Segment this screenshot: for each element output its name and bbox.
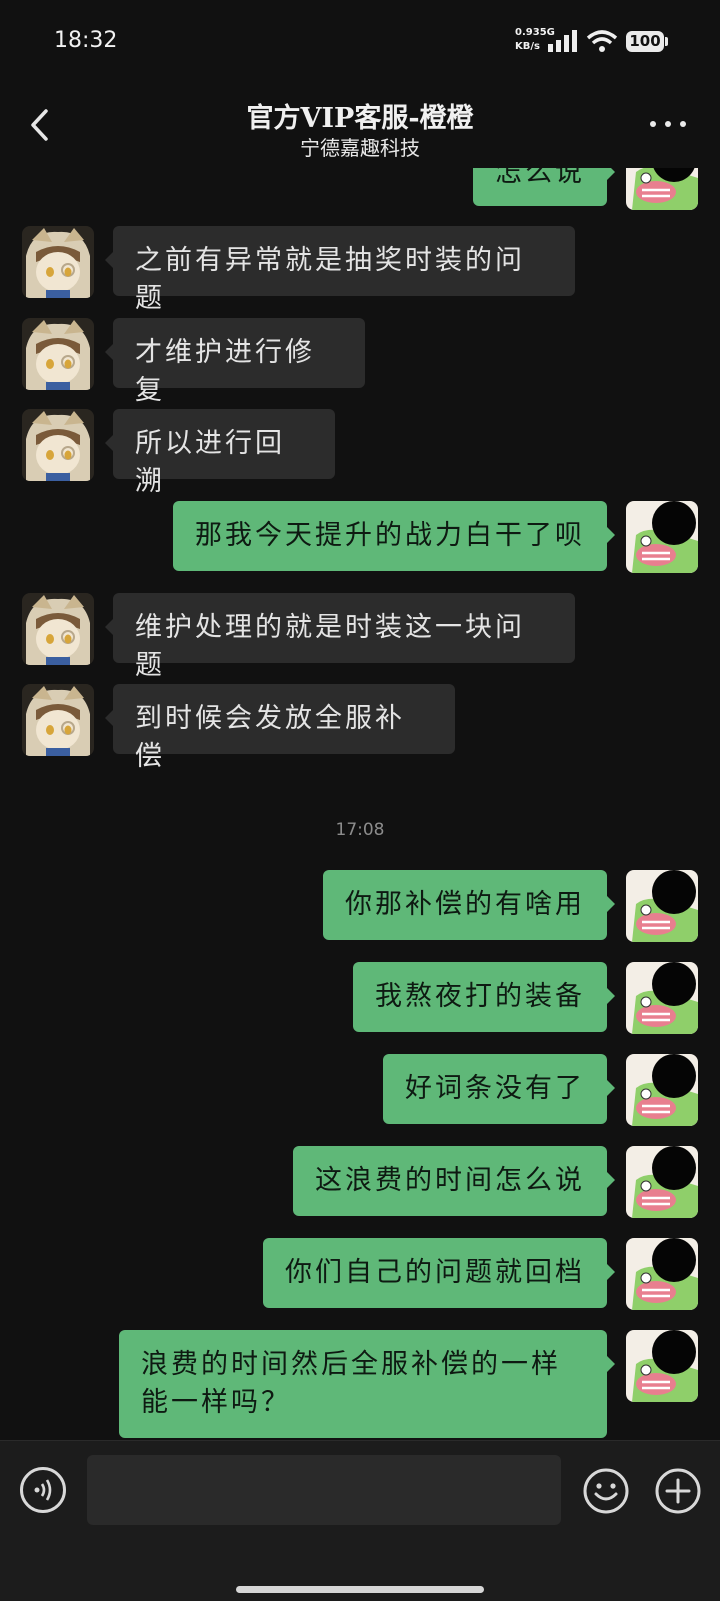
chat-header: 官方VIP客服-橙橙 宁德嘉趣科技 <box>0 80 720 168</box>
user-avatar[interactable] <box>626 870 698 942</box>
message-bubble[interactable]: 你们自己的问题就回档 <box>263 1238 615 1308</box>
outgoing-message-row: 这浪费的时间怎么说 <box>0 1146 720 1218</box>
message-bubble[interactable]: 到时候会发放全服补偿 <box>105 684 455 772</box>
input-bar <box>0 1440 720 1601</box>
outgoing-message-row: 你们自己的问题就回档 <box>0 1238 720 1310</box>
chat-subtitle: 宁德嘉趣科技 <box>300 136 420 160</box>
message-input[interactable] <box>87 1455 561 1525</box>
message-bubble[interactable]: 之前有异常就是抽奖时装的问题 <box>105 226 575 314</box>
outgoing-message-row: 我熬夜打的装备 <box>0 962 720 1034</box>
outgoing-message-row: 浪费的时间然后全服补偿的一样能一样吗？ <box>0 1330 720 1438</box>
outgoing-message-row: 那我今天提升的战力白干了呗 <box>0 501 720 573</box>
time-separator: 17:08 <box>335 820 385 840</box>
message-bubble[interactable]: 才维护进行修复 <box>105 318 365 406</box>
user-avatar[interactable] <box>626 1146 698 1218</box>
message-bubble[interactable]: 那我今天提升的战力白干了呗 <box>173 501 615 571</box>
user-avatar[interactable] <box>626 1330 698 1402</box>
user-avatar[interactable] <box>626 1054 698 1126</box>
agent-avatar[interactable] <box>22 593 94 665</box>
agent-avatar[interactable] <box>22 318 94 390</box>
incoming-message-row: 维护处理的就是时装这一块问题 <box>0 593 720 681</box>
more-dots-icon[interactable] <box>650 118 690 130</box>
message-bubble[interactable]: 这浪费的时间怎么说 <box>293 1146 615 1216</box>
incoming-message-row: 才维护进行修复 <box>0 318 720 406</box>
agent-avatar[interactable] <box>22 226 94 298</box>
plus-icon[interactable] <box>654 1467 702 1515</box>
user-avatar[interactable] <box>626 501 698 573</box>
user-avatar[interactable] <box>626 962 698 1034</box>
agent-avatar[interactable] <box>22 684 94 756</box>
user-avatar[interactable] <box>626 1238 698 1310</box>
message-list[interactable]: 怎么说 之前有异常就是抽奖时装的问题 才维护进行修复 所以进行回溯 那我今天提升的战力白… <box>0 0 720 1440</box>
incoming-message-row: 所以进行回溯 <box>0 409 720 497</box>
outgoing-message-row: 你那补偿的有啥用 <box>0 870 720 942</box>
message-bubble[interactable]: 我熬夜打的装备 <box>353 962 615 1032</box>
home-indicator <box>236 1586 484 1593</box>
outgoing-message-row: 好词条没有了 <box>0 1054 720 1126</box>
message-bubble[interactable]: 所以进行回溯 <box>105 409 335 497</box>
voice-button[interactable] <box>20 1467 66 1513</box>
incoming-message-row: 到时候会发放全服补偿 <box>0 684 720 772</box>
agent-avatar[interactable] <box>22 409 94 481</box>
message-bubble[interactable]: 你那补偿的有啥用 <box>323 870 615 940</box>
emoji-icon[interactable] <box>582 1467 630 1515</box>
incoming-message-row: 之前有异常就是抽奖时装的问题 <box>0 226 720 314</box>
message-bubble[interactable]: 维护处理的就是时装这一块问题 <box>105 593 575 681</box>
chat-title: 官方VIP客服-橙橙 <box>246 103 474 134</box>
voice-icon <box>34 1479 52 1501</box>
message-bubble[interactable]: 浪费的时间然后全服补偿的一样能一样吗？ <box>119 1330 615 1438</box>
message-bubble[interactable]: 好词条没有了 <box>383 1054 615 1124</box>
